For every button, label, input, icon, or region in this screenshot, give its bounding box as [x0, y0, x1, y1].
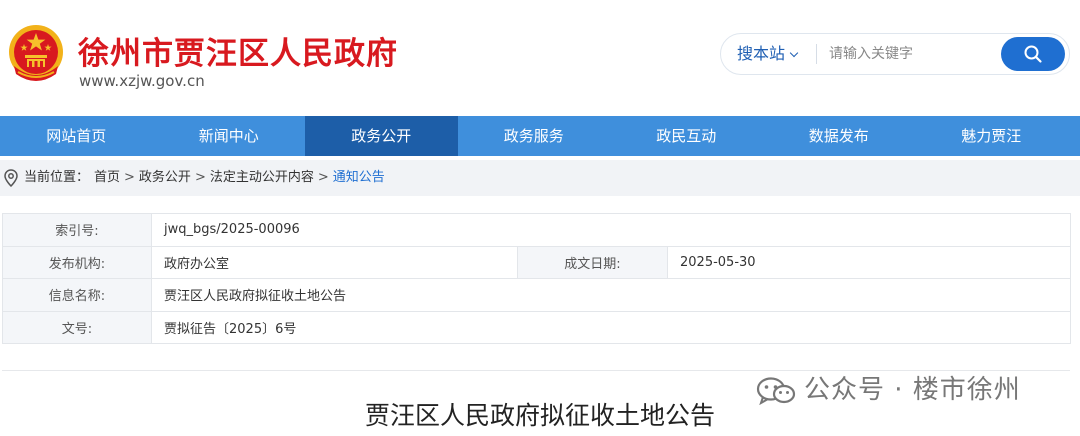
breadcrumb-separator: >: [124, 170, 135, 185]
search-scope-label: 搜本站: [737, 44, 786, 63]
nav-item-interaction[interactable]: 政民互动: [610, 116, 763, 156]
site-header: 徐州市贾汪区人民政府 www.xzjw.gov.cn 搜本站: [0, 0, 1080, 116]
breadcrumb-label: 当前位置：: [24, 170, 90, 185]
nav-item-charm[interactable]: 魅力贾汪: [915, 116, 1068, 156]
location-pin-icon: [4, 169, 18, 187]
publisher-label: 发布机构:: [2, 245, 152, 279]
info-name-value: 贾汪区人民政府拟征收土地公告: [150, 278, 1072, 312]
breadcrumb-item-notices[interactable]: 通知公告: [333, 170, 385, 185]
nav-item-government-affairs[interactable]: 政务公开: [305, 116, 458, 156]
index-number-value: jwq_bgs/2025-00096: [150, 213, 1072, 247]
table-row: 信息名称: 贾汪区人民政府拟征收土地公告: [2, 278, 1072, 312]
nav-item-news[interactable]: 新闻中心: [153, 116, 306, 156]
site-title[interactable]: 徐州市贾汪区人民政府: [78, 28, 398, 73]
article-title: 贾汪区人民政府拟征收土地公告: [364, 401, 715, 430]
breadcrumb-item-government-affairs[interactable]: 政务公开: [139, 170, 191, 185]
issue-date-label: 成文日期:: [517, 245, 668, 279]
search-box: 搜本站: [720, 33, 1070, 75]
index-number-label: 索引号:: [2, 213, 152, 247]
site-domain: www.xzjw.gov.cn: [79, 72, 205, 90]
breadcrumb: 当前位置： 首页 > 政务公开 > 法定主动公开内容 > 通知公告: [0, 160, 1080, 196]
nav-item-services[interactable]: 政务服务: [458, 116, 611, 156]
search-icon: [1024, 45, 1042, 63]
breadcrumb-item-home[interactable]: 首页: [94, 170, 120, 185]
breadcrumb-separator: >: [317, 170, 329, 185]
breadcrumb-separator: >: [194, 170, 206, 185]
national-emblem-icon[interactable]: [6, 22, 66, 86]
search-divider: [816, 44, 817, 64]
issue-date-value: 2025-05-30: [666, 245, 1072, 279]
table-row: 发布机构: 政府办公室 成文日期: 2025-05-30: [2, 245, 1072, 279]
breadcrumb-links: 首页 > 政务公开 > 法定主动公开内容 > 通知公告: [94, 160, 385, 196]
table-row: 文号: 贾拟征告〔2025〕6号: [2, 310, 1072, 344]
document-number-label: 文号:: [2, 310, 152, 344]
info-name-label: 信息名称:: [2, 278, 152, 312]
nav-item-home[interactable]: 网站首页: [0, 116, 153, 156]
article-divider: [2, 370, 1070, 371]
breadcrumb-item-statutory-disclosure[interactable]: 法定主动公开内容: [210, 170, 314, 185]
publisher-value: 政府办公室: [151, 245, 518, 279]
document-number-value: 贾拟征告〔2025〕6号: [150, 310, 1072, 344]
search-scope-dropdown[interactable]: 搜本站: [737, 34, 799, 74]
table-row: 索引号: jwq_bgs/2025-00096: [2, 213, 1072, 247]
chevron-down-icon: [789, 48, 799, 58]
main-nav: 网站首页 新闻中心 政务公开 政务服务 政民互动 数据发布 魅力贾汪: [0, 116, 1080, 156]
search-input[interactable]: [829, 38, 989, 70]
document-info-table: 索引号: jwq_bgs/2025-00096 发布机构: 政府办公室 成文日期…: [2, 213, 1072, 344]
search-button[interactable]: [1001, 37, 1065, 71]
nav-item-data[interactable]: 数据发布: [763, 116, 916, 156]
